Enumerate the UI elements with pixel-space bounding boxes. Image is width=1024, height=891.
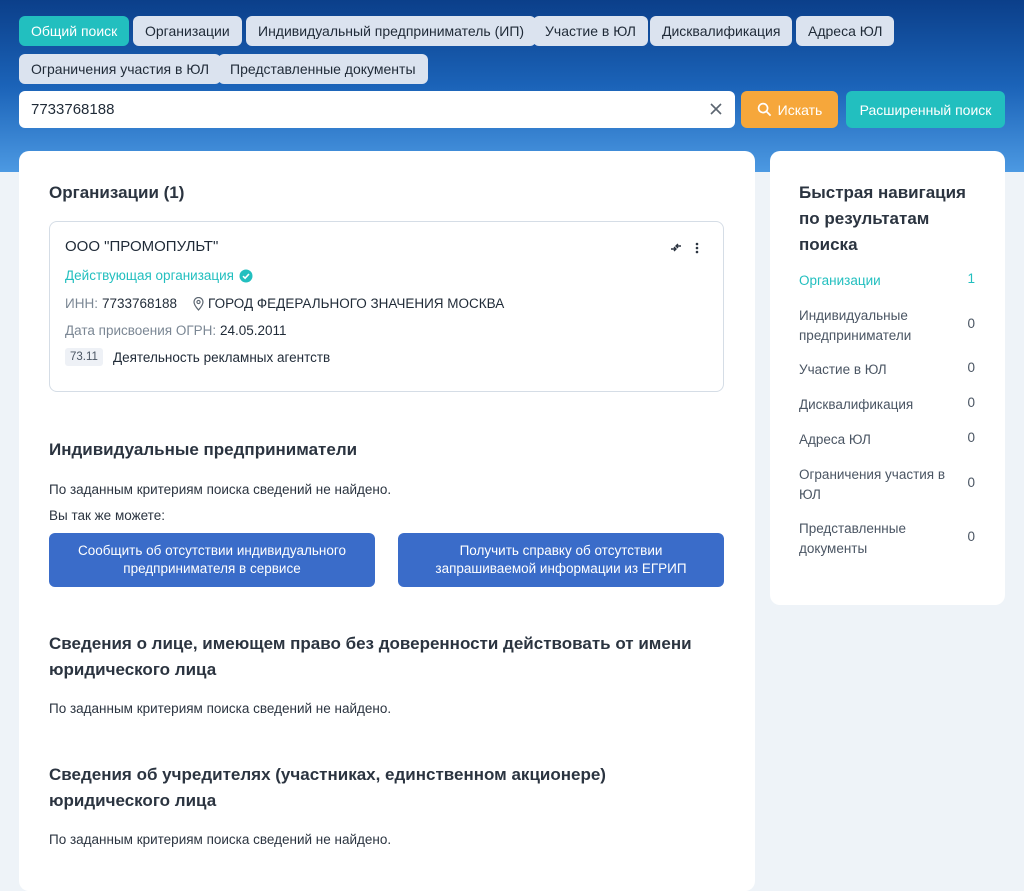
tab-organizations[interactable]: Организации	[133, 16, 242, 46]
address-value: ГОРОД ФЕДЕРАЛЬНОГО ЗНАЧЕНИЯ МОСКВА	[208, 296, 505, 311]
proxy-heading: Сведения о лице, имеющем право без довер…	[49, 634, 692, 679]
founders-heading: Сведения об учредителях (участниках, еди…	[49, 765, 606, 810]
nav-item-addresses[interactable]: Адреса ЮЛ	[799, 430, 949, 450]
nav-count-participation: 0	[967, 360, 975, 375]
clear-icon[interactable]	[707, 100, 725, 118]
organization-name[interactable]: ООО "ПРОМОПУЛЬТ"	[65, 238, 218, 255]
tab-addresses[interactable]: Адреса ЮЛ	[796, 16, 895, 46]
location-pin-icon	[193, 296, 204, 311]
tab-participation-restrictions[interactable]: Ограничения участия в ЮЛ	[19, 54, 222, 84]
inn-row: ИНН: 7733768188 ГОРОД ФЕДЕРАЛЬНОГО ЗНАЧЕ…	[65, 296, 504, 311]
advanced-search-button[interactable]: Расширенный поиск	[846, 91, 1005, 128]
results-panel: Организации (1) ООО "ПРОМОПУЛЬТ" Действу…	[19, 151, 755, 891]
compare-icon[interactable]	[669, 241, 683, 255]
search-icon	[757, 102, 771, 117]
tab-general-search[interactable]: Общий поиск	[19, 16, 130, 46]
get-certificate-button[interactable]: Получить справку об отсутствии запрашива…	[398, 533, 724, 587]
organization-status: Действующая организация	[65, 268, 253, 283]
proxy-not-found: По заданным критериям поиска сведений не…	[49, 701, 392, 716]
tab-participation[interactable]: Участие в ЮЛ	[533, 16, 648, 46]
ogrn-date-label: Дата присвоения ОГРН:	[65, 323, 217, 338]
ogrn-date-value: 24.05.2011	[219, 323, 287, 338]
nav-item-participation[interactable]: Участие в ЮЛ	[799, 360, 949, 380]
nav-count-individual-entrepreneurs: 0	[967, 316, 975, 331]
ip-not-found: По заданным критериям поиска сведений не…	[49, 482, 392, 497]
nav-item-disqualification[interactable]: Дисквалификация	[799, 395, 949, 415]
quick-navigation-panel: Быстрая навигация по результатам поиска …	[770, 151, 1005, 605]
nav-count-participation-restrictions: 0	[967, 475, 975, 490]
nav-item-submitted-documents[interactable]: Представленные документы	[799, 519, 919, 559]
founders-not-found: По заданным критериям поиска сведений не…	[49, 832, 392, 847]
tab-individual-entrepreneur[interactable]: Индивидуальный предприниматель (ИП)	[246, 16, 537, 46]
search-box	[19, 91, 735, 128]
nav-item-individual-entrepreneurs[interactable]: Индивидуальные предприниматели	[799, 306, 929, 346]
verified-check-icon	[239, 269, 253, 282]
quick-navigation-title: Быстрая навигация по результатам поиска	[799, 183, 966, 254]
nav-item-organizations[interactable]: Организации	[799, 271, 949, 291]
okved-name: Деятельность рекламных агентств	[112, 349, 331, 365]
search-input[interactable]	[31, 91, 691, 128]
search-button-label: Искать	[777, 101, 823, 118]
organization-card[interactable]: ООО "ПРОМОПУЛЬТ" Действующая организация…	[49, 221, 724, 392]
nav-item-participation-restrictions[interactable]: Ограничения участия в ЮЛ	[799, 465, 949, 505]
nav-count-disqualification: 0	[967, 395, 975, 410]
nav-count-addresses: 0	[967, 430, 975, 445]
ip-heading: Индивидуальные предприниматели	[49, 440, 358, 459]
organizations-heading: Организации (1)	[49, 183, 185, 202]
tab-disqualification[interactable]: Дисквалификация	[650, 16, 793, 46]
okved-code-badge: 73.11	[65, 348, 103, 366]
nav-count-submitted-documents: 0	[967, 529, 975, 544]
inn-value: 7733768188	[101, 296, 178, 311]
nav-count-organizations: 1	[967, 271, 975, 286]
tab-submitted-documents[interactable]: Представленные документы	[218, 54, 428, 84]
okved-row: 73.11 Деятельность рекламных агентств	[65, 348, 330, 366]
more-options-icon[interactable]	[694, 241, 700, 255]
ip-also-text: Вы так же можете:	[49, 508, 165, 523]
inn-label: ИНН:	[65, 296, 98, 311]
ogrn-date-row: Дата присвоения ОГРН: 24.05.2011	[65, 323, 287, 338]
search-button[interactable]: Искать	[741, 91, 838, 128]
report-absence-button[interactable]: Сообщить об отсутствии индивидуального п…	[49, 533, 375, 587]
status-text: Действующая организация	[65, 268, 234, 283]
